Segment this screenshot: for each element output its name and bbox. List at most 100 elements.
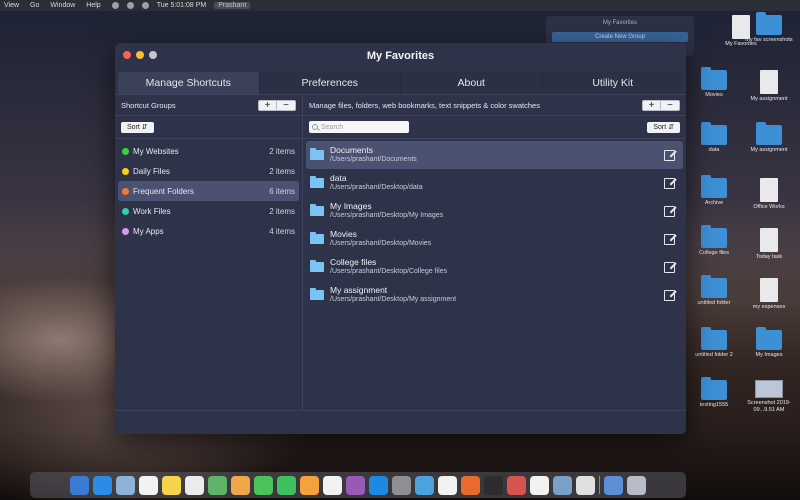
shortcut-item[interactable]: Documents/Users/prashant/Documents (306, 141, 683, 169)
document-icon (760, 228, 778, 252)
desktop-icon[interactable]: data (685, 122, 743, 154)
desktop-icon[interactable]: untitled folder 2 (685, 327, 743, 359)
desktop-icon[interactable]: Screenshot 2019-09...9.51 AM (740, 380, 798, 414)
group-item[interactable]: Work Files 2 items (118, 201, 299, 221)
user-menu[interactable]: Prashant (214, 2, 251, 9)
group-name: Daily Files (133, 166, 170, 176)
finder-icon[interactable] (70, 475, 89, 495)
shortcut-meta: College files/Users/prashant/Desktop/Col… (330, 257, 664, 277)
shortcut-meta: Documents/Users/prashant/Documents (330, 145, 664, 165)
edit-icon[interactable] (664, 177, 675, 189)
group-item[interactable]: Daily Files 2 items (118, 161, 299, 181)
menu-window[interactable]: Window (50, 2, 75, 9)
folder-icon (701, 122, 727, 145)
group-item[interactable]: My Websites 2 items (118, 141, 299, 161)
calendar-icon[interactable] (139, 475, 158, 495)
facetime-icon[interactable] (277, 475, 296, 495)
group-item[interactable]: My Apps 4 items (118, 221, 299, 241)
shortcut-item[interactable]: My assignment/Users/prashant/Desktop/My … (306, 281, 683, 309)
appstore-icon[interactable] (369, 475, 388, 495)
group-item[interactable]: Frequent Folders 6 items (118, 181, 299, 201)
remove-group-button[interactable]: − (277, 99, 296, 111)
shortcut-item[interactable]: My Images/Users/prashant/Desktop/My Imag… (306, 197, 683, 225)
pages-icon[interactable] (300, 475, 319, 495)
shortcut-path: /Users/prashant/Desktop/My Images (330, 212, 444, 219)
window-footer (115, 410, 686, 434)
terminal-icon[interactable] (484, 475, 503, 495)
tab-preferences[interactable]: Preferences (259, 72, 401, 94)
desktop-icon[interactable]: my expenses (740, 278, 798, 311)
edit-icon[interactable] (664, 205, 675, 217)
shortcut-title: College files (330, 257, 377, 267)
desktop-icon[interactable]: Office Works (740, 178, 798, 211)
tools-icon[interactable] (507, 475, 526, 495)
my-favorites-window: My Favorites Manage Shortcuts Preference… (115, 43, 686, 434)
tab-manage-shortcuts[interactable]: Manage Shortcuts (118, 72, 260, 94)
sort-groups-button[interactable]: Sort ⇵ (121, 121, 154, 133)
wifi-icon[interactable] (126, 2, 134, 9)
shortcut-item[interactable]: data/Users/prashant/Desktop/data (306, 169, 683, 197)
firefox-icon[interactable] (461, 475, 480, 495)
close-button[interactable] (123, 51, 131, 59)
menu-go[interactable]: Go (30, 2, 39, 9)
title-bar[interactable]: My Favorites (115, 43, 686, 69)
tab-about[interactable]: About (401, 72, 543, 94)
desktop-icon[interactable]: My assignment (740, 70, 798, 103)
clock[interactable]: Tue 5:01:08 PM (157, 2, 207, 9)
desktop-icon[interactable]: My assignment (740, 122, 798, 154)
folder-icon (701, 327, 727, 350)
desktop-icon[interactable]: Today task (740, 228, 798, 261)
sort-shortcuts-button[interactable]: Sort ⇵ (647, 121, 680, 133)
desktop-icon[interactable]: testing1555 (685, 377, 743, 409)
desktop-icon[interactable]: untitled folder (685, 275, 743, 307)
shortcut-item[interactable]: Movies/Users/prashant/Desktop/Movies (306, 225, 683, 253)
group-name: My Websites (133, 146, 179, 156)
zoom-button[interactable] (149, 51, 157, 59)
search-input[interactable]: Search (309, 121, 409, 133)
desktop-icon-label: Archive (704, 200, 724, 206)
edit-icon[interactable] (664, 149, 675, 161)
mail-icon[interactable] (116, 475, 135, 495)
minimize-button[interactable] (136, 51, 144, 59)
shortcut-item[interactable]: College files/Users/prashant/Desktop/Col… (306, 253, 683, 281)
chrome-icon[interactable] (438, 475, 457, 495)
music-icon[interactable] (323, 475, 342, 495)
textedit-icon[interactable] (530, 475, 549, 495)
maps-icon[interactable] (208, 475, 227, 495)
edit-icon[interactable] (664, 289, 675, 301)
safari-icon[interactable] (93, 475, 112, 495)
volume-icon[interactable] (141, 2, 149, 9)
shortcut-groups-header: Shortcut Groups (121, 100, 176, 110)
menu-view[interactable]: View (4, 2, 19, 9)
messages-icon[interactable] (254, 475, 273, 495)
desktop-icon[interactable]: College files (685, 225, 743, 257)
menu-help[interactable]: Help (86, 2, 100, 9)
remove-shortcut-button[interactable]: − (661, 99, 680, 111)
desktop-icon[interactable]: Movies (685, 67, 743, 99)
edit-icon[interactable] (664, 233, 675, 245)
create-group-button[interactable]: Create New Group (552, 32, 688, 42)
downloads-icon[interactable] (604, 475, 623, 495)
group-color-dot (122, 187, 129, 195)
group-name: My Apps (133, 226, 164, 236)
preferences-icon[interactable] (392, 475, 411, 495)
shortcut-title: My Images (330, 201, 372, 211)
star-tray-icon[interactable] (111, 2, 119, 9)
trash-icon[interactable] (627, 475, 646, 495)
desktop-icon-label: Today task (755, 254, 783, 260)
photos-icon[interactable] (231, 475, 250, 495)
edit-icon[interactable] (664, 261, 675, 273)
desktop-icon[interactable]: my fav screenshots (740, 12, 798, 44)
add-shortcut-button[interactable]: + (642, 99, 661, 111)
notes2-icon[interactable] (576, 475, 595, 495)
add-group-button[interactable]: + (258, 99, 277, 111)
xcode-icon[interactable] (415, 475, 434, 495)
desktop-icon[interactable]: My Images (740, 327, 798, 359)
desktop-icon[interactable]: Archive (685, 175, 743, 207)
preview-icon[interactable] (553, 475, 572, 495)
tab-utility-kit[interactable]: Utility Kit (542, 72, 683, 94)
podcasts-icon[interactable] (346, 475, 365, 495)
notes-icon[interactable] (162, 475, 181, 495)
reminders-icon[interactable] (185, 475, 204, 495)
desktop-icon-label: testing1555 (699, 402, 729, 408)
